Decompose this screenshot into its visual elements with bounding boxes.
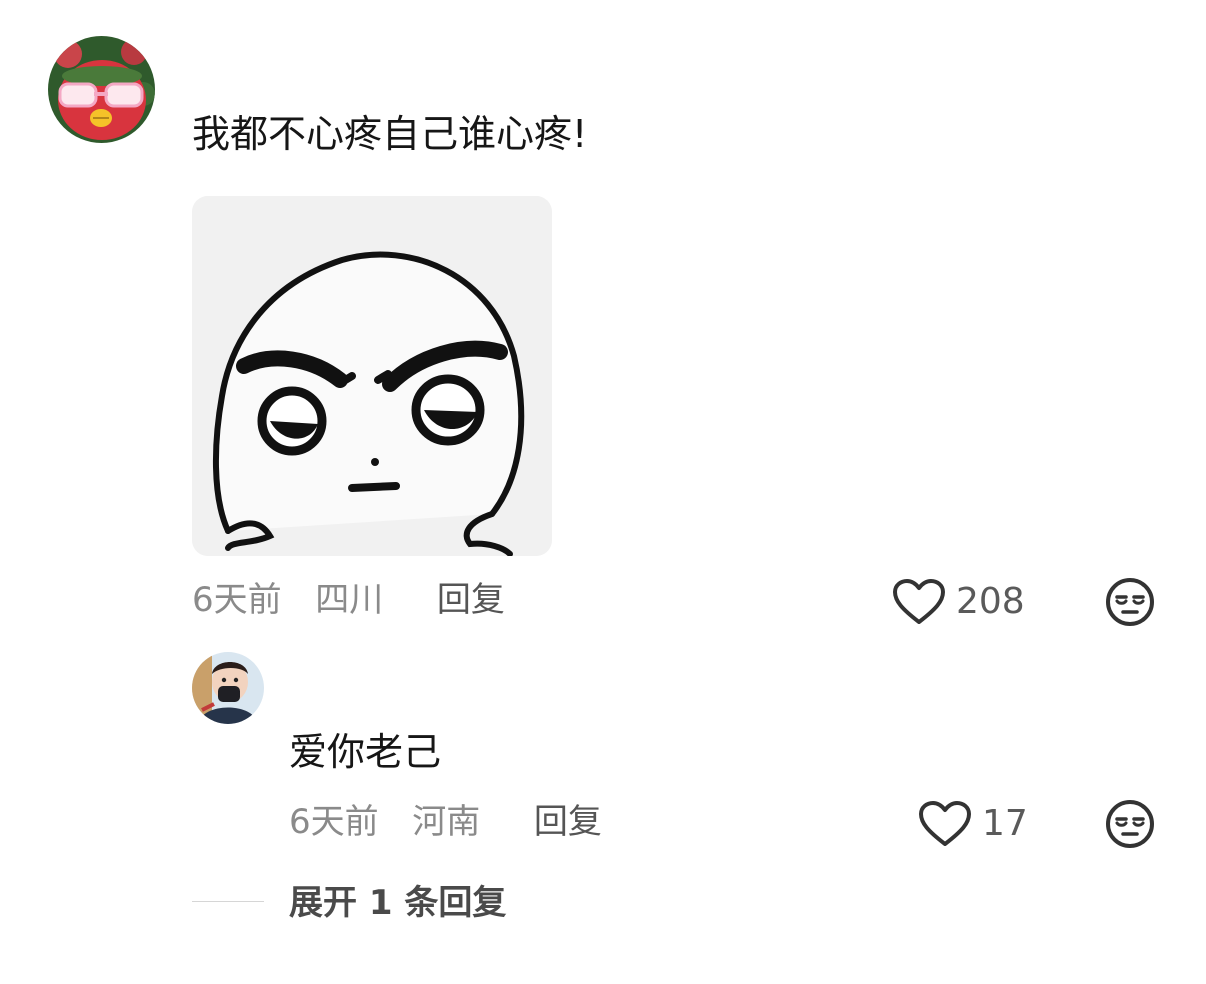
expand-replies-button[interactable]: 展开 1 条回复: [289, 880, 506, 926]
comment-location: 四川: [315, 580, 384, 620]
reply-time: 6天前: [289, 802, 379, 842]
sticker-image[interactable]: [192, 196, 552, 556]
reply-meta: 6天前 河南 回复: [289, 800, 602, 844]
reply-avatar[interactable]: [192, 652, 264, 724]
like-button[interactable]: 208: [892, 578, 1025, 626]
unamused-face-icon: [1106, 578, 1154, 626]
comment-time: 6天前: [192, 580, 282, 620]
reply-button[interactable]: 回复: [534, 800, 602, 844]
reply-text: 爱你老己: [289, 730, 442, 774]
reply-button[interactable]: 回复: [437, 578, 505, 622]
comment-text: 我都不心疼自己谁心疼!: [192, 112, 588, 156]
unamused-face-icon: [1106, 800, 1154, 848]
heart-outline-icon: [919, 801, 971, 846]
reply-like-button[interactable]: 17: [918, 800, 1028, 848]
reply-location: 河南: [412, 802, 481, 842]
avatar[interactable]: [48, 36, 155, 143]
comment-meta: 6天前 四川 回复: [192, 578, 505, 622]
reply-like-count: 17: [982, 803, 1028, 844]
like-count: 208: [956, 581, 1025, 622]
dislike-button[interactable]: [1104, 576, 1156, 628]
reply-dislike-button[interactable]: [1104, 798, 1156, 850]
heart-outline-icon: [893, 579, 945, 624]
expand-divider: [192, 901, 264, 902]
